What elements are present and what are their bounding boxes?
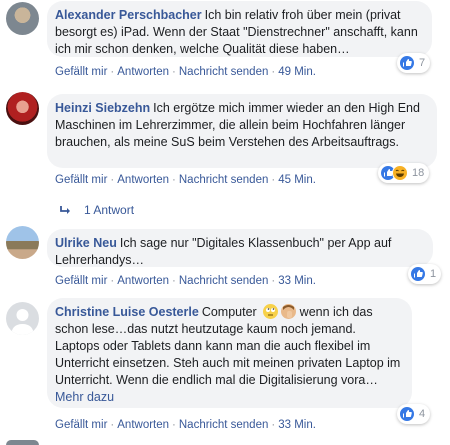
send-message-button[interactable]: Nachricht senden xyxy=(179,174,269,186)
reaction-summary[interactable]: 4 xyxy=(397,404,431,424)
comment-actions: Gefällt mir · Antworten · Nachricht senden · 3… xyxy=(55,275,316,287)
timestamp[interactable]: 33 Min. xyxy=(278,275,316,287)
comment-bubble: Christine Luise Oesterle Computer wenn ic… xyxy=(47,298,412,408)
avatar[interactable] xyxy=(6,2,39,35)
avatar[interactable] xyxy=(6,302,39,335)
reply-button[interactable]: Antworten xyxy=(117,275,169,287)
comment-author[interactable]: Heinzi Siebzehn xyxy=(55,101,150,115)
comment-actions: Gefällt mir · Antworten · Nachricht senden · 4… xyxy=(55,66,316,78)
like-button[interactable]: Gefällt mir xyxy=(55,275,107,287)
comment-author[interactable]: Alexander Perschbacher xyxy=(55,8,202,22)
reaction-summary[interactable]: 1 xyxy=(408,264,442,284)
reaction-summary[interactable]: 7 xyxy=(397,53,431,73)
view-replies-link[interactable]: 1 Antwort xyxy=(60,203,134,217)
like-reaction-icon xyxy=(399,406,415,422)
avatar[interactable] xyxy=(6,226,39,259)
comment-actions: Gefällt mir · Antworten · Nachricht senden · 4… xyxy=(55,174,316,186)
like-button[interactable]: Gefällt mir xyxy=(55,419,107,431)
avatar[interactable] xyxy=(6,440,39,445)
timestamp[interactable]: 33 Min. xyxy=(278,419,316,431)
comment-actions: Gefällt mir · Antworten · Nachricht senden · 3… xyxy=(55,419,316,431)
reply-button[interactable]: Antworten xyxy=(117,419,169,431)
haha-reaction-icon xyxy=(392,165,408,181)
reply-button[interactable]: Antworten xyxy=(117,174,169,186)
comment-text-start: Computer xyxy=(201,305,257,319)
replies-count: 1 Antwort xyxy=(84,203,135,217)
reply-arrow-icon xyxy=(60,206,70,214)
see-more-link[interactable]: Mehr dazu xyxy=(55,390,114,404)
timestamp[interactable]: 45 Min. xyxy=(278,174,316,186)
comment-bubble: Heinzi Siebzehn Ich ergötze mich immer wi… xyxy=(47,94,437,168)
like-reaction-icon xyxy=(399,55,415,71)
comment-bubble: Ulrike Neu Ich sage nur "Digitales Klasse… xyxy=(47,229,433,267)
reaction-count: 1 xyxy=(430,268,437,280)
reply-button[interactable]: Antworten xyxy=(117,66,169,78)
reaction-count: 18 xyxy=(412,167,425,179)
timestamp[interactable]: 49 Min. xyxy=(278,66,316,78)
facepalm-emoji xyxy=(281,304,297,319)
like-reaction-icon xyxy=(410,266,426,282)
reaction-count: 7 xyxy=(419,57,426,69)
reaction-count: 4 xyxy=(419,408,426,420)
avatar[interactable] xyxy=(6,92,39,125)
default-avatar-icon xyxy=(11,309,34,335)
rolling-eyes-emoji xyxy=(263,304,279,319)
like-button[interactable]: Gefällt mir xyxy=(55,174,107,186)
send-message-button[interactable]: Nachricht senden xyxy=(179,275,269,287)
comment-author[interactable]: Christine Luise Oesterle xyxy=(55,305,199,319)
send-message-button[interactable]: Nachricht senden xyxy=(179,66,269,78)
send-message-button[interactable]: Nachricht senden xyxy=(179,419,269,431)
comment-bubble: Alexander Perschbacher Ich bin relativ fr… xyxy=(47,1,432,57)
comment-author[interactable]: Ulrike Neu xyxy=(55,236,117,250)
reaction-summary[interactable]: 18 xyxy=(378,163,430,183)
like-button[interactable]: Gefällt mir xyxy=(55,66,107,78)
